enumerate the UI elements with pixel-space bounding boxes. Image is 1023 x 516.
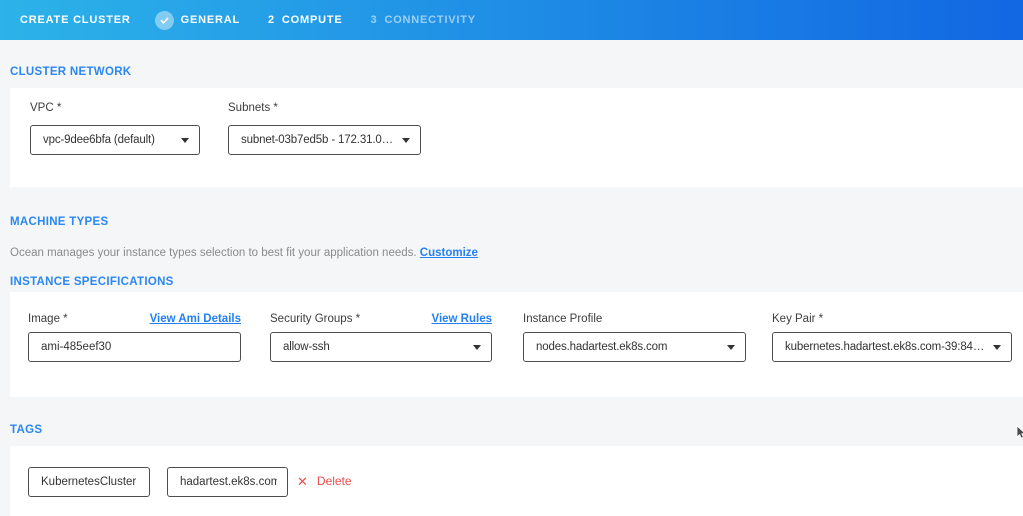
instance-profile-select-value: nodes.hadartest.ek8s.com [536, 341, 719, 353]
check-icon [155, 11, 174, 30]
security-groups-label: Security Groups * [270, 313, 360, 325]
step-connectivity[interactable]: 3 CONNECTIVITY [371, 14, 476, 26]
step-connectivity-number: 3 [371, 14, 378, 26]
subnets-label: Subnets * [228, 102, 278, 114]
customize-link[interactable]: Customize [420, 247, 478, 259]
chevron-down-icon [181, 138, 189, 143]
mouse-cursor-icon [1016, 426, 1023, 439]
instance-profile-select[interactable]: nodes.hadartest.ek8s.com [523, 332, 746, 362]
section-title-instance-specifications: INSTANCE SPECIFICATIONS [10, 276, 174, 288]
step-compute[interactable]: 2 COMPUTE [268, 14, 343, 26]
cluster-network-card: VPC * vpc-9dee6bfa (default) Subnets * s… [10, 88, 1023, 187]
create-cluster-screen: CREATE CLUSTER GENERAL 2 COMPUTE 3 CONNE… [0, 0, 1023, 516]
section-title-machine-types: MACHINE TYPES [10, 216, 108, 228]
section-title-cluster-network: CLUSTER NETWORK [10, 66, 131, 78]
step-compute-label: COMPUTE [282, 14, 343, 26]
key-pair-select[interactable]: kubernetes.hadartest.ek8s.com-39:84:a5:9… [772, 332, 1012, 362]
machine-types-description-text: Ocean manages your instance types select… [10, 247, 417, 259]
image-label-row: Image * View Ami Details [28, 313, 241, 325]
delete-tag-button[interactable]: ✕ Delete [297, 474, 352, 488]
key-pair-select-value: kubernetes.hadartest.ek8s.com-39:84:a5:9… [785, 341, 985, 353]
image-label: Image * [28, 313, 68, 325]
vpc-select-value: vpc-9dee6bfa (default) [43, 134, 173, 146]
subnets-select-value: subnet-03b7ed5b - 172.31.0.0/20 ... [241, 134, 394, 146]
instance-profile-label: Instance Profile [523, 313, 602, 325]
step-connectivity-label: CONNECTIVITY [384, 14, 476, 26]
view-ami-details-link[interactable]: View Ami Details [150, 313, 241, 325]
chevron-down-icon [473, 345, 481, 350]
section-title-tags: TAGS [10, 424, 42, 436]
security-groups-select-value: allow-ssh [283, 341, 465, 353]
wizard-steps: GENERAL 2 COMPUTE 3 CONNECTIVITY [155, 11, 476, 30]
step-general[interactable]: GENERAL [155, 11, 240, 30]
security-groups-select[interactable]: allow-ssh [270, 332, 492, 362]
tag-key-input[interactable] [28, 467, 150, 497]
subnets-select[interactable]: subnet-03b7ed5b - 172.31.0.0/20 ... [228, 125, 421, 155]
wizard-title: CREATE CLUSTER [20, 14, 131, 26]
delete-tag-label: Delete [317, 474, 352, 488]
step-general-label: GENERAL [181, 14, 240, 26]
image-input[interactable] [28, 332, 241, 362]
tag-value-input[interactable] [167, 467, 288, 497]
x-icon: ✕ [297, 475, 308, 488]
chevron-down-icon [993, 345, 1001, 350]
key-pair-label: Key Pair * [772, 313, 823, 325]
vpc-select[interactable]: vpc-9dee6bfa (default) [30, 125, 200, 155]
wizard-header: CREATE CLUSTER GENERAL 2 COMPUTE 3 CONNE… [0, 0, 1023, 40]
vpc-label: VPC * [30, 102, 61, 114]
security-groups-label-row: Security Groups * View Rules [270, 313, 492, 325]
step-compute-number: 2 [268, 14, 275, 26]
instance-specifications-card: Image * View Ami Details Security Groups… [10, 292, 1023, 397]
chevron-down-icon [727, 345, 735, 350]
machine-types-description: Ocean manages your instance types select… [10, 247, 478, 259]
view-rules-link[interactable]: View Rules [431, 313, 492, 325]
chevron-down-icon [402, 138, 410, 143]
tags-card: ✕ Delete [10, 446, 1023, 516]
